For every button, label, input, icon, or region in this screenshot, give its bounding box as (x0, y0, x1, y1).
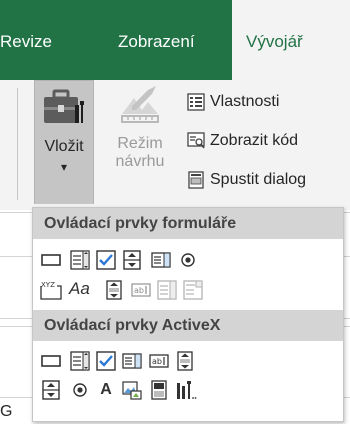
design-mode-icon (121, 86, 159, 123)
insert-label: Vložit (44, 138, 84, 155)
run-dialog-icon (188, 171, 204, 189)
activex-combo-box-icon[interactable] (70, 351, 90, 371)
view-code-label: Zobrazit kód (210, 132, 299, 149)
tab-zobrazeni[interactable]: Zobrazení (118, 0, 195, 80)
activex-option-button-icon[interactable] (70, 380, 90, 400)
activex-image-icon[interactable] (122, 380, 142, 400)
tab-vyvojar[interactable]: Vývojář (232, 0, 350, 80)
activex-scroll-bar-icon[interactable] (175, 351, 195, 371)
properties-label: Vlastnosti (210, 93, 280, 110)
activex-toggle-button-icon[interactable] (149, 380, 169, 400)
insert-controls-dropdown: Ovládací prvky formuláře XYZ Aa ab Ovlád… (32, 207, 344, 422)
run-dialog-button[interactable]: Spustit dialog (187, 167, 306, 193)
group-separator (17, 88, 18, 200)
combo-dropdown-edit-icon[interactable] (183, 280, 203, 300)
ribbon-tab-bar: Revize Zobrazení Vývojář (0, 0, 350, 80)
column-header-g[interactable]: G (0, 403, 12, 421)
text-field-icon[interactable]: ab (131, 280, 151, 300)
design-mode-label-line1: Režim (117, 135, 163, 152)
label-control-glyph: Aa (69, 279, 90, 298)
properties-icon (187, 93, 205, 111)
activex-checkbox-icon[interactable] (96, 351, 116, 371)
toolbox-icon (44, 89, 84, 123)
option-button-icon[interactable] (178, 250, 198, 270)
design-mode-label-line2: návrhu (115, 153, 165, 170)
scroll-bar-icon[interactable] (104, 280, 124, 300)
group-box-text: XYZ (41, 281, 55, 289)
activex-label-glyph: A (100, 381, 112, 398)
chevron-down-icon: ▾ (60, 160, 68, 174)
form-controls-header: Ovládací prvky formuláře (33, 208, 343, 239)
combo-box-icon[interactable] (70, 250, 90, 270)
ribbon-panel: Vložit ▾ Režim návrhu Vlastnosti Zobrazi… (0, 80, 350, 210)
activex-text-box-icon[interactable]: ab (149, 351, 169, 371)
group-box-icon[interactable]: XYZ (39, 280, 63, 300)
button-control-icon[interactable] (41, 250, 61, 270)
insert-controls-button[interactable]: Vložit ▾ (34, 80, 94, 204)
activex-more-controls-icon[interactable] (175, 380, 197, 400)
view-code-button[interactable]: Zobrazit kód (187, 128, 298, 154)
activex-spin-button-icon[interactable] (41, 380, 61, 400)
tab-revize[interactable]: Revize (0, 0, 52, 80)
svg-text:ab: ab (152, 357, 162, 366)
spin-button-icon[interactable] (122, 250, 142, 270)
label-control-icon[interactable]: Aa (69, 278, 95, 298)
checkbox-icon[interactable] (96, 250, 116, 270)
view-code-icon (187, 132, 205, 149)
activex-list-box-icon[interactable] (122, 351, 142, 371)
run-dialog-label: Spustit dialog (210, 171, 307, 188)
list-box-icon[interactable] (151, 250, 171, 270)
activex-controls-header: Ovládací prvky ActiveX (33, 310, 343, 341)
properties-button[interactable]: Vlastnosti (187, 89, 279, 115)
activex-button-icon[interactable] (41, 351, 61, 371)
svg-text:ab: ab (134, 286, 144, 295)
activex-label-icon[interactable]: A (96, 380, 116, 400)
design-mode-button[interactable]: Režim návrhu (112, 80, 168, 171)
combo-list-edit-icon[interactable] (157, 280, 177, 300)
